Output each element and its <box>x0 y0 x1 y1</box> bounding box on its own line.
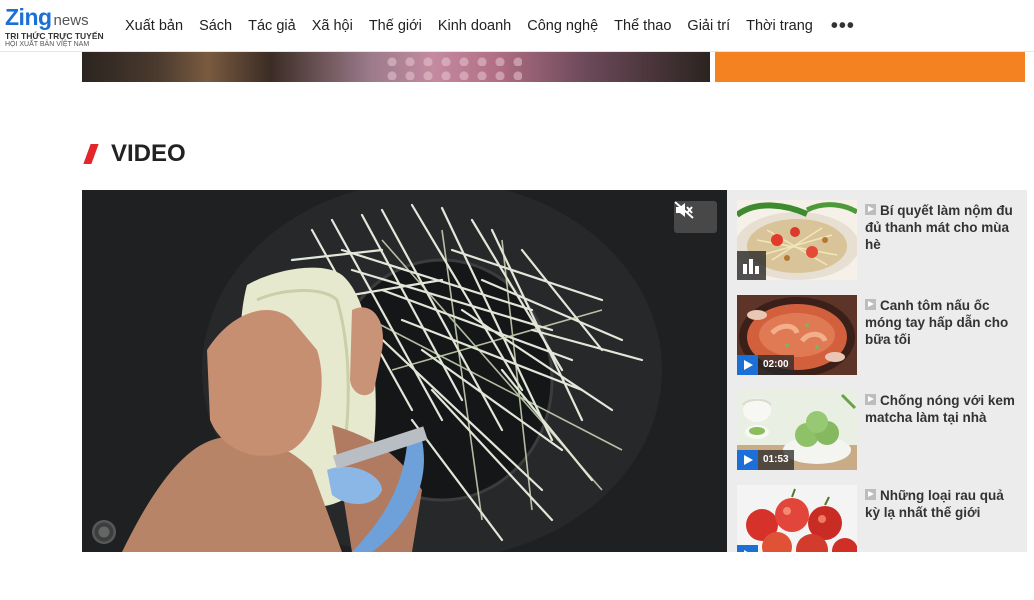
nav-item-the-thao[interactable]: Thể thao <box>606 18 679 34</box>
video-thumbnail[interactable]: 01:53 <box>737 390 857 470</box>
playlist-item[interactable]: Những loại rau quả kỳ lạ nhất thế giới <box>737 485 1022 552</box>
video-play-icon <box>865 299 876 310</box>
nav-item-kinh-doanh[interactable]: Kinh doanh <box>430 18 519 34</box>
section-accent-mark <box>83 144 99 164</box>
nav-item-xa-hoi[interactable]: Xã hội <box>304 18 361 34</box>
video-play-icon <box>865 394 876 405</box>
more-menu-icon[interactable]: ••• <box>821 15 865 38</box>
exotic-fruits-image <box>737 485 857 552</box>
nav-item-tac-gia[interactable]: Tác giả <box>240 18 304 34</box>
section-title[interactable]: VIDEO <box>111 140 186 168</box>
video-thumbnail[interactable] <box>737 485 857 552</box>
video-title[interactable]: Những loại rau quả kỳ lạ nhất thế giới <box>865 487 1020 521</box>
video-title-text: Canh tôm nấu ốc móng tay hấp dẫn cho bữa… <box>865 298 1009 347</box>
mute-button[interactable] <box>674 201 717 233</box>
logo-brand: Zing news <box>5 4 89 31</box>
previous-promo-box[interactable] <box>715 52 1025 82</box>
speaker-muted-icon <box>674 201 694 219</box>
logo-tagline: TRI THỨC TRỰC TUYẾN <box>5 31 104 41</box>
duration-badge <box>737 545 758 552</box>
nav-item-the-gioi[interactable]: Thế giới <box>361 18 430 34</box>
video-title[interactable]: Canh tôm nấu ốc móng tay hấp dẫn cho bữa… <box>865 297 1020 348</box>
video-duration: 01:53 <box>758 450 794 470</box>
playlist-item[interactable]: Bí quyết làm nộm đu đủ thanh mát cho mùa… <box>737 200 1022 280</box>
nav-item-giai-tri[interactable]: Giải trí <box>679 18 738 34</box>
top-navigation-bar: Zing news TRI THỨC TRỰC TUYẾN HỘI XUẤT BẢ… <box>0 0 1034 52</box>
main-menu: Xuất bản Sách Tác giả Xã hội Thế giới Ki… <box>117 0 865 52</box>
video-title-text: Bí quyết làm nộm đu đủ thanh mát cho mùa… <box>865 203 1013 252</box>
spinner-icon <box>92 520 116 544</box>
nav-item-thoi-trang[interactable]: Thời trang <box>738 18 821 34</box>
nav-item-sach[interactable]: Sách <box>191 18 240 34</box>
nav-item-cong-nghe[interactable]: Công nghệ <box>519 18 606 34</box>
duration-badge: 02:00 <box>737 355 794 375</box>
video-title[interactable]: Bí quyết làm nộm đu đủ thanh mát cho mùa… <box>865 202 1020 253</box>
play-icon <box>737 450 758 470</box>
beans-texture <box>382 52 522 82</box>
video-play-icon <box>865 204 876 215</box>
video-title-text: Những loại rau quả kỳ lạ nhất thế giới <box>865 488 1004 520</box>
duration-badge: 01:53 <box>737 450 794 470</box>
video-thumbnail[interactable]: 02:00 <box>737 295 857 375</box>
logo-suffix: news <box>53 12 89 29</box>
video-section-heading: VIDEO <box>83 140 186 168</box>
nav-item-xuat-ban[interactable]: Xuất bản <box>117 18 191 34</box>
video-duration: 02:00 <box>758 355 794 375</box>
playlist-item[interactable]: 01:53 Chống nóng với kem matcha làm tại … <box>737 390 1022 470</box>
video-title-text: Chống nóng với kem matcha làm tại nhà <box>865 393 1015 425</box>
video-frame <box>82 190 727 552</box>
previous-article-image[interactable] <box>82 52 710 82</box>
logo-subtagline: HỘI XUẤT BẢN VIỆT NAM <box>5 41 90 48</box>
play-icon <box>737 355 758 375</box>
zing-news-logo[interactable]: Zing news TRI THỨC TRỰC TUYẾN HỘI XUẤT BẢ… <box>5 4 105 48</box>
video-player[interactable] <box>82 190 727 552</box>
playlist-item[interactable]: 02:00 Canh tôm nấu ốc móng tay hấp dẫn c… <box>737 295 1022 375</box>
now-playing-icon <box>737 251 766 280</box>
video-play-icon <box>865 489 876 500</box>
video-playlist: Bí quyết làm nộm đu đủ thanh mát cho mùa… <box>727 190 1027 552</box>
video-thumbnail[interactable] <box>737 200 857 280</box>
play-icon <box>737 545 758 552</box>
logo-brand-text: Zing <box>5 4 52 30</box>
video-title[interactable]: Chống nóng với kem matcha làm tại nhà <box>865 392 1020 426</box>
